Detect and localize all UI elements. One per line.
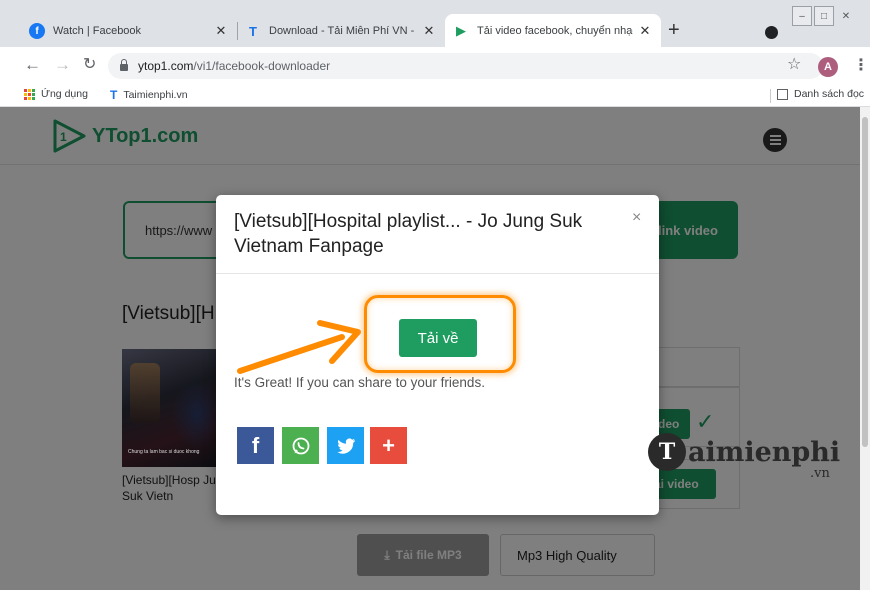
forward-icon[interactable]: → [54,55,71,75]
close-icon[interactable]: ✕ [637,23,653,39]
back-icon[interactable]: ← [24,55,41,75]
twitter-icon [336,437,355,454]
profile-avatar[interactable]: A [818,57,838,77]
bookmark-label: Taimienphi.vn [123,89,188,101]
share-whatsapp-button[interactable] [282,427,319,464]
browser-toolbar: ← → ↻ ytop1.com/vi1/facebook-downloader [0,47,870,85]
facebook-icon: f [29,23,45,39]
close-icon[interactable]: ✕ [213,23,229,39]
reload-icon[interactable]: ↻ [83,55,96,75]
watermark-logo-icon: T [648,433,686,471]
close-icon[interactable]: ✕ [421,23,437,39]
tab-title: Watch | Facebook [53,25,142,37]
address-bar[interactable]: ytop1.com/vi1/facebook-downloader [108,53,823,79]
reading-list-label: Danh sách đọc [794,88,865,100]
close-icon[interactable]: × [632,209,641,227]
reading-list-button[interactable]: Danh sách đọc [777,88,864,100]
tab-taimienphi-download[interactable]: T Download - Tải Miễn Phí VN - Ph ✕ [237,14,445,48]
taimienphi-icon: T [249,23,257,39]
bookmarks-bar: Ứng dụng T Taimienphi.vn Danh sách đọc [0,85,870,107]
share-more-button[interactable]: + [370,427,407,464]
browser-tabstrip: f Watch | Facebook ✕ T Download - Tải Mi… [0,0,870,48]
bookmark-taimienphi[interactable]: T Taimienphi.vn [110,88,188,102]
page-scrollbar[interactable] [860,107,870,590]
new-tab-button[interactable]: + [668,20,680,40]
tab-title: Download - Tải Miễn Phí VN - Ph [269,25,417,37]
url-path: /vi1/facebook-downloader [193,59,331,73]
bookmark-star-icon[interactable]: ☆ [787,54,801,74]
watermark-suffix: .vn [810,466,830,481]
watermark-text: aimienphi [688,436,841,468]
reading-list-icon [777,88,788,100]
menu-kebab-icon[interactable]: ⋮ [853,55,869,75]
share-twitter-button[interactable] [327,427,364,464]
minimize-icon[interactable]: – [792,6,812,26]
scrollbar-thumb[interactable] [862,117,868,447]
divider [770,89,771,103]
tab-facebook-watch[interactable]: f Watch | Facebook ✕ [21,14,237,48]
tab-ytop1-active[interactable]: ▶ Tải video facebook, chuyển nhạc ✕ [445,14,661,48]
whatsapp-icon [292,437,309,454]
download-modal: [Vietsub][Hospital playlist... - Jo Jung… [216,195,659,515]
page-viewport: 1 YTop1.com https://www link video [Viet… [0,107,860,590]
thumbnail-subtitle: Chung ta lam bac si duoc khong [128,449,200,455]
plus-icon: + [382,432,395,458]
maximize-icon[interactable]: □ [814,6,834,26]
bookmark-apps[interactable]: Ứng dụng [24,88,88,100]
modal-title: [Vietsub][Hospital playlist... - Jo Jung… [234,211,583,257]
window-close-icon[interactable]: ✕ [836,6,856,26]
share-facebook-button[interactable]: f [237,427,274,464]
profile-indicator-icon[interactable] [765,26,778,39]
apps-grid-icon [24,88,35,100]
facebook-icon: f [251,432,260,458]
taimienphi-icon: T [110,88,118,102]
play-icon: ▶ [456,23,466,38]
download-button[interactable]: Tải về [399,319,477,357]
lock-icon [120,59,128,71]
divider [216,273,659,274]
tab-title: Tải video facebook, chuyển nhạc [477,25,633,37]
bookmark-label: Ứng dụng [41,88,88,100]
share-prompt: It's Great! If you can share to your fri… [234,375,485,390]
url-host: ytop1.com [138,59,194,73]
